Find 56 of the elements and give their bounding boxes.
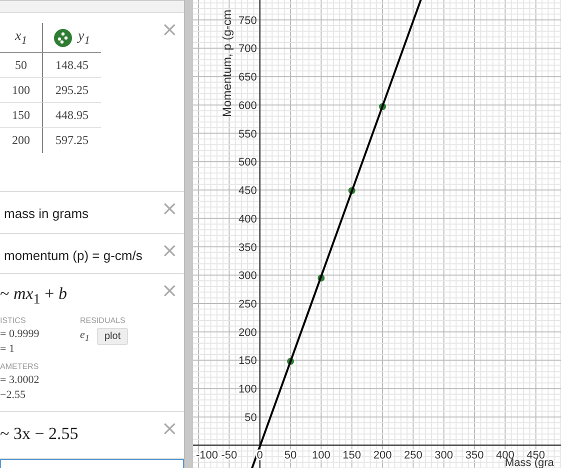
table-cell: 597.25	[56, 133, 88, 148]
y-tick-label: 100	[238, 384, 257, 396]
scrollbar[interactable]	[184, 0, 193, 468]
y-tick-label: 350	[238, 242, 257, 254]
x-tick-label: 150	[342, 449, 362, 462]
parameters-heading: AMETERS	[0, 362, 40, 372]
x-tick-label: 200	[373, 449, 392, 462]
y-tick-label: 650	[238, 72, 257, 84]
table-cell: 150	[12, 108, 30, 122]
close-icon[interactable]: ×	[161, 240, 178, 260]
column-header: x$_{1}$	[14, 28, 28, 46]
close-icon[interactable]: ×	[161, 198, 178, 218]
statistic-value: = 0.9999	[0, 328, 40, 340]
x-tick-label: 350	[465, 449, 484, 462]
table-cell: 200	[12, 133, 30, 148]
x-tick-label: -50	[221, 449, 238, 462]
fitted-formula: ~ 3x − 2.55	[0, 424, 78, 443]
plot-button[interactable]: plot	[97, 328, 128, 346]
y-tick-label: 450	[238, 185, 257, 198]
y-tick-label: 550	[238, 128, 257, 140]
note-text: momentum (p) = g-cm/s	[4, 248, 142, 263]
x-tick-label: 250	[404, 449, 422, 462]
close-icon[interactable]: ×	[161, 19, 178, 39]
close-icon[interactable]: ×	[161, 280, 178, 300]
regression-formula: ~ mx$_{1}$ + b	[0, 284, 67, 303]
y-tick-label: 50	[244, 412, 257, 424]
y-tick-label: 200	[238, 326, 257, 339]
points-icon[interactable]	[54, 28, 72, 46]
statistics-heading: ISTICS	[0, 316, 27, 326]
table-cell: 148.45	[56, 58, 88, 72]
y-axis-title: Momentum, p (g-cm	[220, 10, 234, 117]
statistic-value: = 1	[0, 343, 16, 356]
table-cell: 295.25	[56, 82, 88, 98]
table-cell: 100	[12, 82, 30, 98]
note-text: mass in grams	[4, 206, 89, 221]
y-tick-label: 250	[238, 298, 257, 310]
y-tick-label: 750	[238, 14, 257, 27]
x-tick-label: 300	[434, 449, 454, 462]
y-tick-label: 300	[238, 270, 257, 282]
parameter-value: = 3.0002	[0, 374, 40, 386]
y-tick-label: 600	[238, 100, 257, 112]
x-tick-label: 100	[312, 449, 330, 462]
parameter-value: −2.55	[0, 389, 26, 402]
residuals-heading: RESIDUALS	[80, 316, 126, 326]
table-cell: 50	[15, 58, 27, 72]
table-cell: 448.95	[56, 108, 88, 122]
y-tick-label: 500	[238, 156, 257, 169]
x-tick-label: 50	[284, 449, 297, 462]
close-icon[interactable]: ×	[161, 418, 178, 438]
x-axis-title: Mass (gra	[505, 457, 554, 468]
x-tick-label: -100	[196, 449, 218, 462]
y-tick-label: 150	[238, 355, 257, 368]
y-tick-label: 700	[238, 43, 257, 56]
column-header: y$_{1}$	[78, 28, 90, 46]
y-tick-label: 400	[238, 213, 257, 226]
residual-variable: e$_{1}$	[80, 329, 90, 344]
